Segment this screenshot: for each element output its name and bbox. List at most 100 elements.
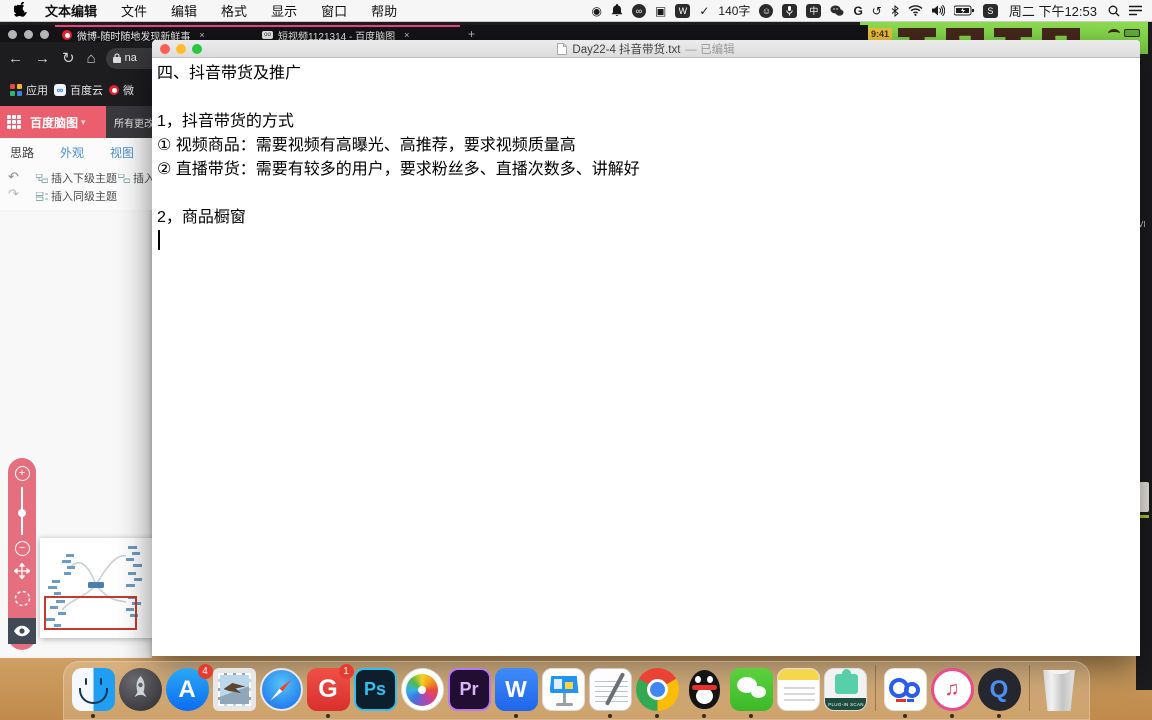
wechat-status-icon[interactable] xyxy=(830,5,844,17)
text-editor-area[interactable]: 四、抖音带货及推广 1，抖音带货的方式 ① 视频商品：需要视频有高曝光、高推荐，… xyxy=(152,58,1140,250)
running-indicator xyxy=(996,714,1001,718)
naotu-favicon: oo xyxy=(262,31,273,39)
forward-button[interactable]: → xyxy=(35,50,50,67)
dock-wechat[interactable] xyxy=(729,668,773,718)
minimap-panel[interactable] xyxy=(40,538,152,638)
time-machine-icon[interactable]: ↺ xyxy=(872,4,882,18)
volume-icon[interactable] xyxy=(931,5,945,16)
browser-minimize-button[interactable] xyxy=(24,30,33,39)
browser-zoom-button[interactable] xyxy=(40,30,49,39)
dock-premiere[interactable]: Pr xyxy=(447,668,491,711)
menu-format[interactable]: 格式 xyxy=(221,1,247,20)
dock-chrome[interactable] xyxy=(635,668,679,718)
banner-wifi-icon xyxy=(1108,28,1120,38)
dock-notes[interactable] xyxy=(776,668,820,711)
zoom-in-button[interactable]: + xyxy=(14,466,30,481)
zoom-slider[interactable] xyxy=(18,487,26,535)
dock-photoshop[interactable]: Ps xyxy=(353,668,397,711)
dock-trash[interactable] xyxy=(1038,668,1081,711)
sogou-icon[interactable]: S xyxy=(982,3,998,18)
apple-menu-icon[interactable] xyxy=(13,0,27,20)
dock-wps[interactable]: W xyxy=(494,668,538,718)
wps-status-icon[interactable]: W xyxy=(675,3,691,18)
baidu-netdisk-icon xyxy=(889,677,920,702)
insert-child-topic-button[interactable]: 插入下级主题 xyxy=(36,170,117,186)
minimap-toggle-button[interactable] xyxy=(8,618,36,644)
menu-edit[interactable]: 编辑 xyxy=(171,1,197,20)
naotu-save-status: 所有更改 xyxy=(106,106,152,138)
battery-icon[interactable] xyxy=(953,5,974,16)
dock-finder[interactable] xyxy=(71,668,115,718)
new-tab-button[interactable]: + xyxy=(468,27,475,41)
insert-sibling-topic-button[interactable]: 插入同级主题 xyxy=(36,188,117,204)
minimize-button[interactable] xyxy=(176,44,186,54)
spotlight-search-icon[interactable] xyxy=(1108,5,1120,17)
bell-icon[interactable] xyxy=(611,4,623,17)
bookmark-apps[interactable]: 应用 xyxy=(10,82,48,98)
browser-close-button[interactable] xyxy=(8,30,17,39)
dock-qq[interactable] xyxy=(683,668,726,718)
dock-plugin-scan[interactable]: PLUG-IN SCAN xyxy=(823,668,867,711)
notification-center-icon[interactable] xyxy=(1129,5,1142,16)
screen-record-icon[interactable]: ◉ xyxy=(592,4,602,18)
bookmark-baidu-cloud[interactable]: ∞ 百度云 xyxy=(54,82,103,98)
document-icon xyxy=(557,42,568,55)
zoom-button[interactable] xyxy=(192,44,202,54)
notification-badge: 1 xyxy=(338,664,354,679)
tab-appearance[interactable]: 外观 xyxy=(60,144,84,161)
bluetooth-icon[interactable] xyxy=(891,4,899,17)
topic-icon xyxy=(36,191,48,201)
tab-idea[interactable]: 思路 xyxy=(10,144,34,161)
running-indicator xyxy=(949,714,954,718)
tab-view[interactable]: 视图 xyxy=(110,144,134,161)
dock-photos[interactable] xyxy=(400,668,444,711)
menu-clock[interactable]: 周二 下午12:53 xyxy=(1009,1,1097,20)
quicktime-letter: Q xyxy=(989,675,1009,703)
naotu-brand[interactable]: 百度脑图 xyxy=(30,114,78,131)
menu-help[interactable]: 帮助 xyxy=(371,1,397,20)
dock-quicktime[interactable]: Q xyxy=(977,668,1021,718)
text-line: 1，抖音带货的方式 xyxy=(157,113,294,130)
dock-baidu-netdisk[interactable] xyxy=(883,668,927,718)
redo-icon[interactable]: ↷ xyxy=(8,186,19,202)
dock-app-store[interactable]: 4A xyxy=(165,664,213,711)
address-bar[interactable]: na xyxy=(105,47,152,69)
g-status-icon[interactable]: G xyxy=(853,4,862,18)
dock-launchpad[interactable] xyxy=(118,668,162,711)
adobe-cc-icon[interactable]: ∞ xyxy=(632,3,646,18)
menu-file[interactable]: 文件 xyxy=(121,1,147,20)
word-count[interactable]: 140字 xyxy=(718,2,750,19)
capture-box-icon[interactable]: ▣ xyxy=(655,4,666,18)
dock-g-app[interactable]: 1G xyxy=(306,664,354,718)
back-button[interactable]: ← xyxy=(8,50,23,67)
zoom-out-button[interactable]: − xyxy=(14,541,30,556)
menu-view[interactable]: 显示 xyxy=(271,1,297,20)
minimap-viewport[interactable] xyxy=(44,596,137,630)
zoom-slider-knob[interactable] xyxy=(18,509,26,517)
undo-icon[interactable]: ↶ xyxy=(8,169,19,185)
home-button[interactable]: ⌂ xyxy=(87,50,96,67)
menu-textedit[interactable]: 文本编辑 xyxy=(45,1,97,20)
tab-close-icon[interactable]: × xyxy=(199,30,204,40)
dock-itunes[interactable]: ♫ xyxy=(930,668,974,718)
text-line xyxy=(157,182,1130,206)
close-button[interactable] xyxy=(160,44,170,54)
locate-center-button[interactable] xyxy=(14,590,31,612)
reload-button[interactable]: ↻ xyxy=(62,49,75,67)
banner-battery-icon xyxy=(1124,29,1140,37)
emoji-status-icon[interactable]: ☺ xyxy=(759,3,774,18)
tab-close-icon[interactable]: × xyxy=(404,30,409,40)
wifi-icon[interactable] xyxy=(908,5,923,16)
wps-letter: W xyxy=(505,676,527,702)
pan-tool-button[interactable] xyxy=(12,561,32,584)
menu-window[interactable]: 窗口 xyxy=(321,1,347,20)
dock-safari[interactable] xyxy=(259,668,303,711)
dock-mail[interactable] xyxy=(212,668,256,711)
bookmark-weibo[interactable]: 微 xyxy=(109,82,134,98)
dock-textedit[interactable] xyxy=(588,668,632,718)
input-method-icon[interactable]: 中 xyxy=(806,3,822,18)
mic-status-icon[interactable] xyxy=(782,3,798,18)
naotu-grid-icon[interactable] xyxy=(7,115,21,129)
dock-keynote[interactable] xyxy=(541,668,585,711)
textedit-title-bar[interactable]: Day22-4 抖音带货.txt — 已编辑 xyxy=(152,40,1140,58)
